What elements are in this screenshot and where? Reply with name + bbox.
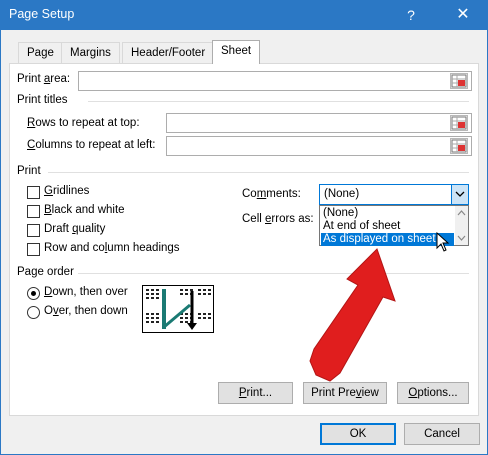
gridlines-checkbox[interactable] xyxy=(27,186,40,199)
print-titles-heading: Print titles xyxy=(17,94,68,106)
range-select-icon xyxy=(451,116,467,130)
tab-margins[interactable]: Margins xyxy=(61,42,120,64)
range-select-icon xyxy=(451,74,467,88)
options-button[interactable]: Options... xyxy=(397,382,469,404)
page-order-preview-icon xyxy=(142,285,214,333)
close-button[interactable]: ✕ xyxy=(452,4,474,26)
rows-to-repeat-label: Rows to repeat at top: xyxy=(27,117,140,129)
black-and-white-label: Black and white xyxy=(44,204,125,216)
draft-quality-label: Draft quality xyxy=(44,223,106,235)
row-column-headings-label: Row and column headings xyxy=(44,242,180,254)
tab-page[interactable]: Page xyxy=(18,42,63,64)
tab-sheet[interactable]: Sheet xyxy=(212,40,261,64)
comments-select[interactable]: (None) xyxy=(319,184,469,205)
red-pointer-arrow-icon xyxy=(309,248,396,382)
print-area-label: Print area: xyxy=(17,73,71,85)
option-as-displayed-on-sheet[interactable]: As displayed on sheet xyxy=(321,233,454,246)
option-none[interactable]: (None) xyxy=(321,207,454,220)
comments-dropdown-button[interactable] xyxy=(451,184,469,205)
cancel-button[interactable]: Cancel xyxy=(404,423,480,445)
help-button[interactable]: ? xyxy=(400,4,422,26)
range-select-icon xyxy=(451,139,467,153)
cell-errors-label: Cell errors as: xyxy=(242,213,314,225)
rows-collapse-button[interactable] xyxy=(450,115,468,131)
print-separator xyxy=(48,172,469,173)
scroll-up-icon xyxy=(457,210,466,216)
down-then-over-label: Down, then over xyxy=(44,286,128,298)
print-area-collapse-button[interactable] xyxy=(450,73,468,89)
comments-label: Comments: xyxy=(242,188,301,200)
print-heading: Print xyxy=(17,165,41,177)
columns-to-repeat-input[interactable] xyxy=(166,136,472,156)
page-order-heading: Page order xyxy=(17,266,74,278)
page-order-separator xyxy=(78,273,469,274)
down-then-over-radio[interactable] xyxy=(27,287,40,300)
scroll-down-icon xyxy=(457,235,466,241)
columns-collapse-button[interactable] xyxy=(450,138,468,154)
rows-to-repeat-input[interactable] xyxy=(166,113,472,133)
tab-header-footer[interactable]: Header/Footer xyxy=(122,42,215,64)
gridlines-label: Gridlines xyxy=(44,185,90,197)
row-column-headings-checkbox[interactable] xyxy=(27,243,40,256)
option-at-end-of-sheet[interactable]: At end of sheet xyxy=(321,220,454,233)
columns-to-repeat-label: Columns to repeat at left: xyxy=(27,139,156,151)
chevron-down-icon xyxy=(455,191,465,197)
comments-selected-value: (None) xyxy=(324,188,360,200)
over-then-down-label: Over, then down xyxy=(44,305,128,317)
black-and-white-checkbox[interactable] xyxy=(27,205,40,218)
mouse-cursor-icon xyxy=(436,232,450,252)
window-title: Page Setup xyxy=(9,7,75,21)
dropdown-scrollbar[interactable] xyxy=(455,206,468,245)
print-area-input[interactable] xyxy=(78,71,472,91)
print-titles-separator xyxy=(88,101,469,102)
print-button[interactable]: Print... xyxy=(218,382,293,404)
ok-button[interactable]: OK xyxy=(320,423,396,445)
draft-quality-checkbox[interactable] xyxy=(27,224,40,237)
print-preview-button[interactable]: Print Preview xyxy=(303,382,387,404)
over-then-down-radio[interactable] xyxy=(27,306,40,319)
